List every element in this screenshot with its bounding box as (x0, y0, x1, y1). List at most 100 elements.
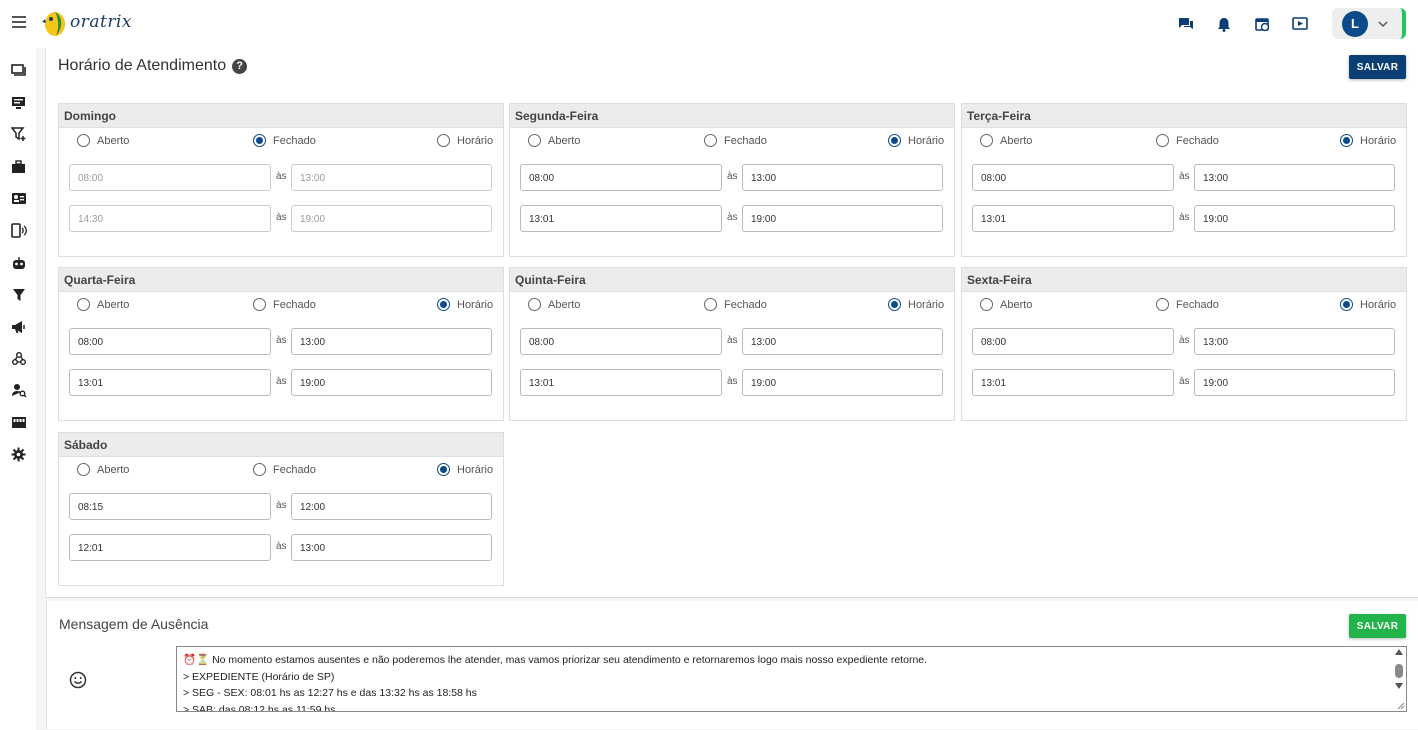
radio-open[interactable]: Aberto (980, 298, 1032, 311)
radio-circle (437, 298, 450, 311)
radio-open[interactable]: Aberto (77, 463, 129, 476)
shift1-start-input[interactable]: 08:00 (520, 328, 722, 355)
shift2-end-input[interactable]: 19:00 (742, 205, 943, 232)
shift2-start-input[interactable]: 13:01 (520, 369, 722, 396)
radio-hours[interactable]: Horário (888, 134, 944, 147)
radio-closed[interactable]: Fechado (1156, 134, 1219, 147)
radio-hours[interactable]: Horário (888, 298, 944, 311)
to-label: às (276, 541, 287, 552)
to-label: às (1179, 335, 1190, 346)
shift1-end-input[interactable]: 13:00 (742, 328, 943, 355)
shift1-end-input[interactable]: 12:00 (291, 493, 492, 520)
shift2-end-input[interactable]: 19:00 (291, 369, 492, 396)
calendar-clock-icon[interactable] (1252, 14, 1272, 34)
monitor-icon[interactable] (10, 94, 27, 111)
bell-icon[interactable] (1214, 14, 1234, 34)
tickets-icon[interactable] (10, 62, 27, 79)
shift2-start-input[interactable]: 14:30 (69, 205, 271, 232)
contact-card-icon[interactable] (10, 190, 27, 207)
save-absence-button[interactable]: SALVAR (1349, 614, 1406, 638)
shift2-start-input[interactable]: 13:01 (972, 369, 1174, 396)
logo[interactable]: oratrix (42, 6, 132, 38)
scroll-up-icon[interactable] (1395, 649, 1403, 655)
shift1-start-input[interactable]: 08:15 (69, 493, 271, 520)
to-label: às (1179, 212, 1190, 223)
day-name: Sexta-Feira (962, 268, 1406, 292)
resize-handle-icon[interactable] (1395, 700, 1405, 710)
radio-open[interactable]: Aberto (77, 134, 129, 147)
shift1-end-input[interactable]: 13:00 (1194, 328, 1395, 355)
emoji-picker-icon[interactable] (69, 671, 87, 689)
shift2-start-input[interactable]: 13:01 (69, 369, 271, 396)
to-label: às (276, 335, 287, 346)
parrot-logo-icon (42, 12, 65, 36)
shift2-end-input[interactable]: 19:00 (291, 205, 492, 232)
webhook-icon[interactable] (10, 350, 27, 367)
radio-hours[interactable]: Horário (437, 134, 493, 147)
user-menu[interactable]: L (1332, 8, 1406, 39)
radio-circle (1156, 298, 1169, 311)
megaphone-icon[interactable] (10, 318, 27, 335)
radio-label-closed: Fechado (724, 298, 767, 311)
robot-icon[interactable] (10, 254, 27, 271)
chat-icon[interactable] (1176, 14, 1196, 34)
radio-circle (77, 298, 90, 311)
menu-icon[interactable] (12, 16, 26, 28)
shift2-start-input[interactable]: 12:01 (69, 534, 271, 561)
radio-label-closed: Fechado (724, 134, 767, 147)
radio-open[interactable]: Aberto (528, 298, 580, 311)
radio-circle (528, 134, 541, 147)
shift1-start-input[interactable]: 08:00 (972, 164, 1174, 191)
radio-closed[interactable]: Fechado (253, 463, 316, 476)
help-icon[interactable]: ? (232, 58, 248, 74)
radio-label-hours: Horário (457, 134, 494, 147)
shift1-end-input[interactable]: 13:00 (742, 164, 943, 191)
shift2-start-input[interactable]: 13:01 (520, 205, 722, 232)
radio-open[interactable]: Aberto (528, 134, 580, 147)
radio-circle (77, 463, 90, 476)
radio-closed[interactable]: Fechado (253, 298, 316, 311)
shift2-start-input[interactable]: 13:01 (972, 205, 1174, 232)
radio-label-closed: Fechado (273, 298, 316, 311)
radio-circle (1156, 134, 1169, 147)
save-hours-button[interactable]: SALVAR (1349, 55, 1406, 79)
shift1-end-input[interactable]: 13:00 (291, 164, 492, 191)
shift1-start-input[interactable]: 08:00 (520, 164, 722, 191)
phone-connect-icon[interactable] (10, 222, 27, 239)
radio-open[interactable]: Aberto (980, 134, 1032, 147)
radio-closed[interactable]: Fechado (704, 134, 767, 147)
scroll-down-icon[interactable] (1395, 683, 1403, 689)
shift1-start-input[interactable]: 08:00 (69, 328, 271, 355)
shift2-end-input[interactable]: 19:00 (1194, 205, 1395, 232)
radio-circle (253, 463, 266, 476)
radio-hours[interactable]: Horário (437, 298, 493, 311)
shift2-end-input[interactable]: 13:00 (291, 534, 492, 561)
radio-hours[interactable]: Horário (1340, 134, 1396, 147)
shift1-end-input[interactable]: 13:00 (291, 328, 492, 355)
radio-open[interactable]: Aberto (77, 298, 129, 311)
video-play-icon[interactable] (1290, 14, 1310, 34)
shift1-start-input[interactable]: 08:00 (972, 328, 1174, 355)
radio-circle (704, 134, 717, 147)
to-label: às (276, 171, 287, 182)
hours-table-icon[interactable] (10, 414, 27, 431)
filter-icon[interactable] (10, 286, 27, 303)
day-card-3: Quarta-Feira Aberto Fechado Horário 08:0… (58, 267, 504, 421)
scroll-thumb[interactable] (1395, 664, 1403, 678)
filter-add-icon[interactable] (10, 126, 27, 143)
radio-closed[interactable]: Fechado (253, 134, 316, 147)
radio-hours[interactable]: Horário (437, 463, 493, 476)
user-search-icon[interactable] (10, 382, 27, 399)
shift2-end-input[interactable]: 19:00 (742, 369, 943, 396)
radio-hours[interactable]: Horário (1340, 298, 1396, 311)
to-label: às (1179, 171, 1190, 182)
radio-closed[interactable]: Fechado (704, 298, 767, 311)
absence-message-textarea[interactable]: ⏰⏳ No momento estamos ausentes e não pod… (176, 646, 1407, 712)
radio-closed[interactable]: Fechado (1156, 298, 1219, 311)
radio-circle (1340, 298, 1353, 311)
shift1-start-input[interactable]: 08:00 (69, 164, 271, 191)
briefcase-icon[interactable] (10, 158, 27, 175)
shift2-end-input[interactable]: 19:00 (1194, 369, 1395, 396)
shift1-end-input[interactable]: 13:00 (1194, 164, 1395, 191)
gear-icon[interactable] (10, 446, 27, 463)
